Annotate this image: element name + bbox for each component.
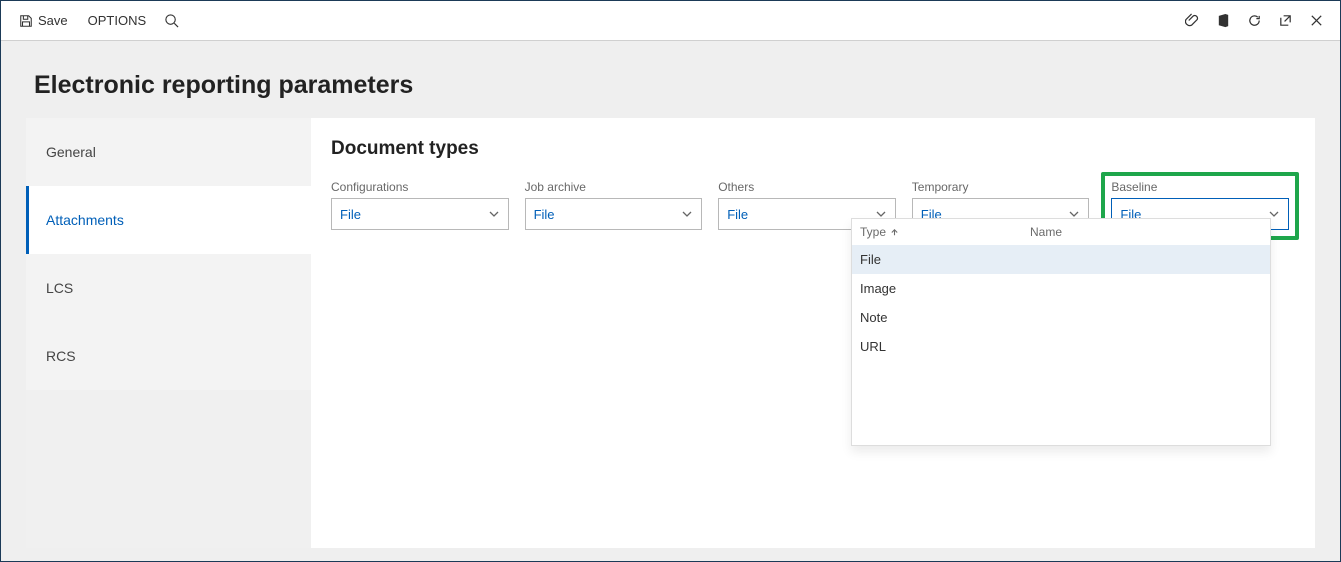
lookup-col-type-label: Type <box>860 225 886 239</box>
main-content: Document types Configurations File Job a… <box>311 118 1315 548</box>
lookup-row-type: Note <box>860 310 887 325</box>
tab-attachments[interactable]: Attachments <box>26 186 311 254</box>
combo-value: File <box>727 207 748 222</box>
field-label: Temporary <box>912 180 1090 194</box>
lookup-row-type: URL <box>860 339 886 354</box>
tab-label: RCS <box>46 348 76 364</box>
save-icon <box>19 14 33 28</box>
lookup-row[interactable]: File <box>852 245 1270 274</box>
combo-configurations[interactable]: File <box>331 198 509 230</box>
tab-label: General <box>46 144 96 160</box>
lookup-col-name[interactable]: Name <box>1030 225 1262 239</box>
field-job-archive: Job archive File <box>525 180 703 232</box>
popout-button[interactable] <box>1270 7 1301 34</box>
lookup-panel: Type Name File Image Note <box>851 218 1271 446</box>
command-bar-right <box>1177 7 1332 34</box>
attach-icon <box>1185 13 1200 28</box>
page-title: Electronic reporting parameters <box>26 71 1315 100</box>
sort-asc-icon <box>890 228 899 237</box>
save-button[interactable]: Save <box>9 7 78 34</box>
lookup-header: Type Name <box>852 219 1270 245</box>
panel-wrap: General Attachments LCS RCS Document typ… <box>26 118 1315 548</box>
close-icon <box>1309 13 1324 28</box>
lookup-row-type: File <box>860 252 881 267</box>
save-label: Save <box>38 13 68 28</box>
page-body: Electronic reporting parameters General … <box>1 41 1340 561</box>
field-label: Job archive <box>525 180 703 194</box>
combo-value: File <box>534 207 555 222</box>
combo-value: File <box>340 207 361 222</box>
popout-icon <box>1278 13 1293 28</box>
command-bar: Save OPTIONS <box>1 1 1340 41</box>
lookup-row[interactable]: Note <box>852 303 1270 332</box>
office-button[interactable] <box>1208 7 1239 34</box>
chevron-down-icon <box>488 208 500 220</box>
lookup-col-type[interactable]: Type <box>860 225 1030 239</box>
field-label: Configurations <box>331 180 509 194</box>
chevron-down-icon <box>681 208 693 220</box>
options-label: OPTIONS <box>88 13 147 28</box>
options-button[interactable]: OPTIONS <box>78 7 157 34</box>
attach-button[interactable] <box>1177 7 1208 34</box>
tab-lcs[interactable]: LCS <box>26 254 311 322</box>
field-label: Others <box>718 180 896 194</box>
command-bar-left: Save OPTIONS <box>9 7 187 34</box>
combo-job-archive[interactable]: File <box>525 198 703 230</box>
lookup-row[interactable]: URL <box>852 332 1270 361</box>
tab-general[interactable]: General <box>26 118 311 186</box>
lookup-col-name-label: Name <box>1030 225 1062 239</box>
refresh-icon <box>1247 13 1262 28</box>
field-configurations: Configurations File <box>331 180 509 232</box>
lookup-row[interactable]: Image <box>852 274 1270 303</box>
search-icon <box>164 13 179 28</box>
lookup-body: File Image Note URL <box>852 245 1270 445</box>
tab-label: LCS <box>46 280 73 296</box>
tab-rcs[interactable]: RCS <box>26 322 311 390</box>
sidebar: General Attachments LCS RCS <box>26 118 311 548</box>
close-button[interactable] <box>1301 7 1332 34</box>
search-button[interactable] <box>156 7 187 34</box>
field-label: Baseline <box>1111 180 1289 194</box>
lookup-row-type: Image <box>860 281 896 296</box>
tab-label: Attachments <box>46 212 124 228</box>
refresh-button[interactable] <box>1239 7 1270 34</box>
section-title: Document types <box>331 138 1295 160</box>
office-icon <box>1216 13 1231 28</box>
